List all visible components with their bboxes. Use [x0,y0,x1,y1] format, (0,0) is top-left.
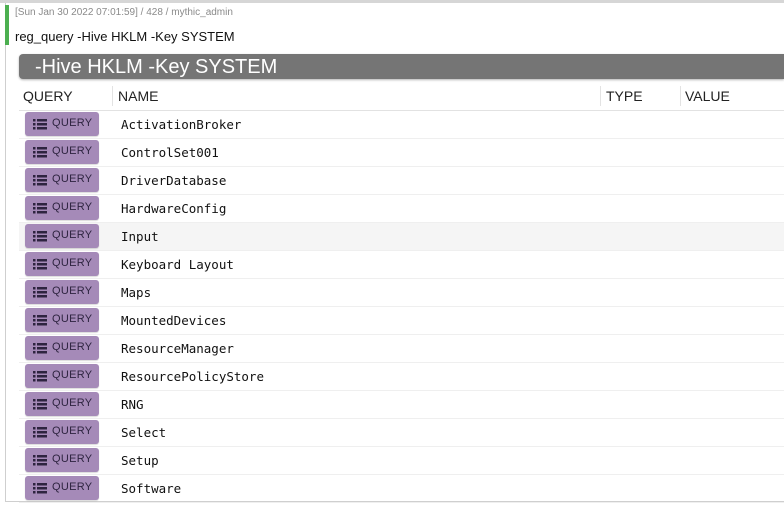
list-icon [33,343,47,354]
table-row: QUERY ActivationBroker [19,111,784,139]
table-row: QUERY HardwareConfig [19,195,784,223]
query-button[interactable]: QUERY [25,336,99,360]
table-row: QUERY ControlSet001 [19,139,784,167]
table-row: QUERY MountedDevices [19,307,784,335]
registry-key-name: RNG [121,397,144,412]
table-row: QUERY RNG [19,391,784,419]
list-icon [33,371,47,382]
registry-key-name: Input [121,229,159,244]
list-icon [33,483,47,494]
list-icon [33,175,47,186]
query-button-label: QUERY [52,257,93,269]
query-button[interactable]: QUERY [25,448,99,472]
query-button[interactable]: QUERY [25,364,99,388]
query-button-label: QUERY [52,425,93,437]
table-header: QUERY NAME TYPE VALUE [19,82,784,111]
list-icon [33,231,47,242]
table-row: QUERY ResourceManager [19,335,784,363]
query-button[interactable]: QUERY [25,476,99,500]
query-button[interactable]: QUERY [25,392,99,416]
registry-key-name: DriverDatabase [121,173,227,188]
table-row: QUERY ResourcePolicyStore [19,363,784,391]
registry-key-name: Select [121,425,167,440]
list-icon [33,147,47,158]
query-button-label: QUERY [52,369,93,381]
query-button-label: QUERY [52,285,93,297]
table-title: -Hive HKLM -Key SYSTEM [35,56,278,78]
table-row: QUERY Keyboard Layout [19,251,784,279]
query-button-label: QUERY [52,397,93,409]
query-button-label: QUERY [52,341,93,353]
registry-key-name: ResourceManager [121,341,234,356]
list-icon [33,287,47,298]
query-button[interactable]: QUERY [25,280,99,304]
list-icon [33,399,47,410]
task-meta: [Sun Jan 30 2022 07:01:59] / 428 / mythi… [15,7,233,18]
registry-key-name: Keyboard Layout [121,257,234,272]
table-body: QUERY ActivationBroker QUERY ControlSet001 Q… [19,111,784,503]
registry-key-name: Software [121,481,182,496]
query-button-label: QUERY [52,453,93,465]
column-header-name[interactable]: NAME [118,88,158,104]
query-button[interactable]: QUERY [25,140,99,164]
column-header-value[interactable]: VALUE [685,88,730,104]
registry-key-name: ResourcePolicyStore [121,369,264,384]
list-icon [33,119,47,130]
query-button[interactable]: QUERY [25,196,99,220]
query-button[interactable]: QUERY [25,168,99,192]
registry-key-name: ActivationBroker [121,117,242,132]
task-status-bar [5,5,9,45]
column-header-query[interactable]: QUERY [23,88,73,104]
query-button[interactable]: QUERY [25,112,99,136]
column-divider [600,86,601,106]
query-button[interactable]: QUERY [25,308,99,332]
table-row: QUERY DriverDatabase [19,167,784,195]
table-title-bar: -Hive HKLM -Key SYSTEM [19,54,784,79]
task-command: reg_query -Hive HKLM -Key SYSTEM [15,29,235,44]
table-row: QUERY Select [19,419,784,447]
query-button[interactable]: QUERY [25,420,99,444]
list-icon [33,315,47,326]
table-row: QUERY Input [19,223,784,251]
table-row: QUERY Software [19,475,784,503]
column-header-type[interactable]: TYPE [606,88,643,104]
registry-key-name: MountedDevices [121,313,227,328]
column-divider [680,86,681,106]
registry-key-name: ControlSet001 [121,145,219,160]
registry-key-name: Setup [121,453,159,468]
query-button-label: QUERY [52,173,93,185]
list-icon [33,259,47,270]
registry-key-name: HardwareConfig [121,201,227,216]
query-button-label: QUERY [52,117,93,129]
query-button-label: QUERY [52,229,93,241]
query-button[interactable]: QUERY [25,252,99,276]
list-icon [33,427,47,438]
list-icon [33,203,47,214]
table-row: QUERY Maps [19,279,784,307]
list-icon [33,455,47,466]
table-row: QUERY Setup [19,447,784,475]
query-button-label: QUERY [52,145,93,157]
column-divider [112,86,113,106]
query-button-label: QUERY [52,201,93,213]
registry-key-name: Maps [121,285,152,300]
query-button-label: QUERY [52,481,93,493]
query-button[interactable]: QUERY [25,224,99,248]
query-button-label: QUERY [52,313,93,325]
